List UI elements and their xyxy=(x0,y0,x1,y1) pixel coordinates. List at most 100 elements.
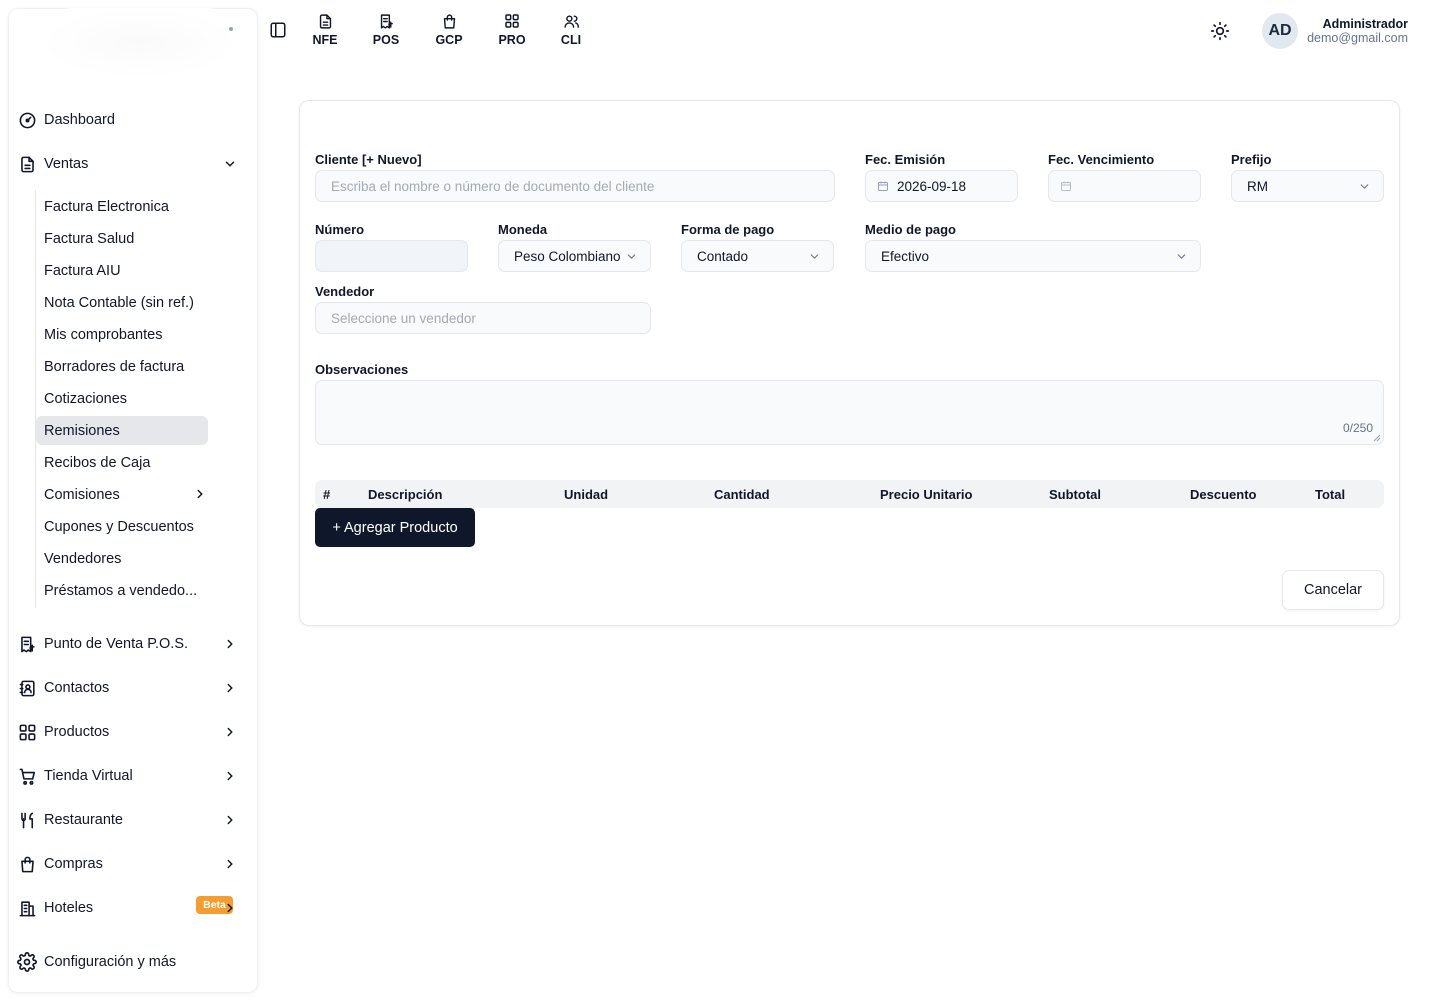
sidebar-subitem-cupones[interactable]: Cupones y Descuentos xyxy=(36,512,208,541)
sidebar-item-tienda-virtual[interactable]: Tienda Virtual xyxy=(16,760,240,792)
avatar[interactable]: AD xyxy=(1262,13,1298,49)
grid-icon xyxy=(16,721,38,743)
chevron-right-icon xyxy=(222,812,238,828)
chevron-down-icon xyxy=(1174,249,1188,263)
sidebar-subitem-recibos-de-caja[interactable]: Recibos de Caja xyxy=(36,448,208,477)
sidebar-item-label: Contactos xyxy=(44,680,110,696)
vendedor-select[interactable]: Seleccione un vendedor xyxy=(315,302,651,334)
column-header: Cantidad xyxy=(714,487,770,502)
sidebar-item-contactos[interactable]: Contactos xyxy=(16,672,240,704)
sidebar-subitem-prestamos[interactable]: Préstamos a vendedo... xyxy=(36,576,208,605)
sidebar-toggle-icon[interactable] xyxy=(268,20,288,40)
module-label: PRO xyxy=(498,33,526,47)
prefijo-value: RM xyxy=(1247,178,1268,194)
sidebar-subitem-vendedores[interactable]: Vendedores xyxy=(36,544,208,573)
fec-emision-label: Fec. Emisión xyxy=(865,152,946,167)
utensils-icon xyxy=(16,809,38,831)
sidebar-subitem-nota-contable[interactable]: Nota Contable (sin ref.) xyxy=(36,288,208,317)
sidebar-item-compras[interactable]: Compras xyxy=(16,848,240,880)
prefijo-select[interactable]: RM xyxy=(1231,170,1384,202)
sidebar-item-hoteles[interactable]: Hoteles Beta xyxy=(16,892,240,924)
sidebar-subitem-label: Comisiones xyxy=(44,486,120,503)
sidebar-item-restaurante[interactable]: Restaurante xyxy=(16,804,240,836)
shopping-bag-icon xyxy=(16,853,38,875)
shopping-bag-icon xyxy=(440,12,458,30)
calendar-icon xyxy=(1059,179,1073,193)
sidebar-subitem-remisiones[interactable]: Remisiones xyxy=(36,416,208,445)
grid-icon xyxy=(503,12,521,30)
column-header: Descripción xyxy=(368,487,443,502)
module-nfe[interactable]: NFE xyxy=(303,12,347,52)
resize-handle-icon[interactable] xyxy=(1373,434,1381,442)
sidebar-item-label: Ventas xyxy=(44,156,89,172)
cart-icon xyxy=(16,765,38,787)
chevron-right-icon xyxy=(222,724,238,740)
users-icon xyxy=(562,12,580,30)
chevron-down-icon xyxy=(1357,179,1371,193)
sidebar-item-label: Hoteles xyxy=(44,900,94,916)
sidebar-subitem-factura-electronica[interactable]: Factura Electronica xyxy=(36,192,208,221)
chevron-right-icon xyxy=(192,486,208,502)
chevron-down-icon xyxy=(807,249,821,263)
sidebar-item-label: Tienda Virtual xyxy=(44,768,133,784)
chevron-right-icon xyxy=(222,856,238,872)
medio-pago-label: Medio de pago xyxy=(865,222,956,237)
chevron-right-icon xyxy=(222,636,238,652)
pos-icon xyxy=(16,633,38,655)
cliente-input[interactable]: Escriba el nombre o número de documento … xyxy=(315,170,835,202)
observaciones-textarea[interactable]: 0/250 xyxy=(315,380,1384,445)
fec-vencimiento-label: Fec. Vencimiento xyxy=(1048,152,1155,167)
sun-icon[interactable] xyxy=(1208,19,1232,43)
sidebar-subitem-borradores[interactable]: Borradores de factura xyxy=(36,352,208,381)
cancel-button[interactable]: Cancelar xyxy=(1282,570,1384,610)
moneda-select[interactable]: Peso Colombiano xyxy=(498,240,651,272)
sidebar-item-configuracion[interactable]: Configuración y más xyxy=(16,946,240,978)
sidebar-item-ventas[interactable]: Ventas xyxy=(16,148,240,180)
sidebar-item-dashboard[interactable]: Dashboard xyxy=(16,104,240,136)
moneda-value: Peso Colombiano xyxy=(514,248,621,264)
sidebar-item-label: Compras xyxy=(44,856,103,872)
sidebar-item-label: Restaurante xyxy=(44,812,123,828)
forma-pago-value: Contado xyxy=(697,248,749,264)
fec-emision-value: 2026-09-18 xyxy=(897,178,967,194)
sidebar-item-productos[interactable]: Productos xyxy=(16,716,240,748)
file-text-icon xyxy=(16,153,38,175)
medio-pago-value: Efectivo xyxy=(881,248,930,264)
forma-pago-select[interactable]: Contado xyxy=(681,240,834,272)
column-header: Precio Unitario xyxy=(880,487,973,502)
sidebar-item-label: Productos xyxy=(44,724,110,740)
vendedor-label: Vendedor xyxy=(315,284,375,299)
sidebar-subitem-factura-aiu[interactable]: Factura AIU xyxy=(36,256,208,285)
chevron-down-icon[interactable] xyxy=(222,156,238,172)
module-label: GCP xyxy=(435,33,463,47)
fec-emision-input[interactable]: 2026-09-18 xyxy=(865,170,1018,202)
user-name: Administrador xyxy=(1322,17,1408,31)
add-product-button[interactable]: + Agregar Producto xyxy=(315,508,475,547)
module-cli[interactable]: CLI xyxy=(549,12,593,52)
column-header: Total xyxy=(1315,487,1346,502)
module-gcp[interactable]: GCP xyxy=(427,12,471,52)
character-counter: 0/250 xyxy=(1342,421,1373,435)
sidebar-subitem-factura-salud[interactable]: Factura Salud xyxy=(36,224,208,253)
sidebar-item-pos[interactable]: Punto de Venta P.O.S. xyxy=(16,628,240,660)
moneda-label: Moneda xyxy=(498,222,548,237)
file-text-icon xyxy=(316,12,334,30)
chevron-right-icon xyxy=(222,768,238,784)
module-pro[interactable]: PRO xyxy=(490,12,534,52)
forma-pago-label: Forma de pago xyxy=(681,222,775,237)
module-label: NFE xyxy=(312,33,338,47)
module-label: POS xyxy=(372,33,400,47)
sidebar-subitem-cotizaciones[interactable]: Cotizaciones xyxy=(36,384,208,413)
module-pos[interactable]: POS xyxy=(364,12,408,52)
medio-pago-select[interactable]: Efectivo xyxy=(865,240,1201,272)
sidebar-subitem-comisiones[interactable]: Comisiones xyxy=(36,480,208,509)
user-email: demo@gmail.com xyxy=(1307,31,1408,45)
receipt-icon xyxy=(377,12,395,30)
sidebar-subitem-mis-comprobantes[interactable]: Mis comprobantes xyxy=(36,320,208,349)
fec-vencimiento-input[interactable] xyxy=(1048,170,1201,202)
chevron-right-icon xyxy=(222,900,238,916)
numero-input[interactable] xyxy=(315,240,468,272)
logo xyxy=(40,8,240,78)
cliente-label[interactable]: Cliente [+ Nuevo] xyxy=(315,152,422,167)
observaciones-label: Observaciones xyxy=(315,362,409,377)
